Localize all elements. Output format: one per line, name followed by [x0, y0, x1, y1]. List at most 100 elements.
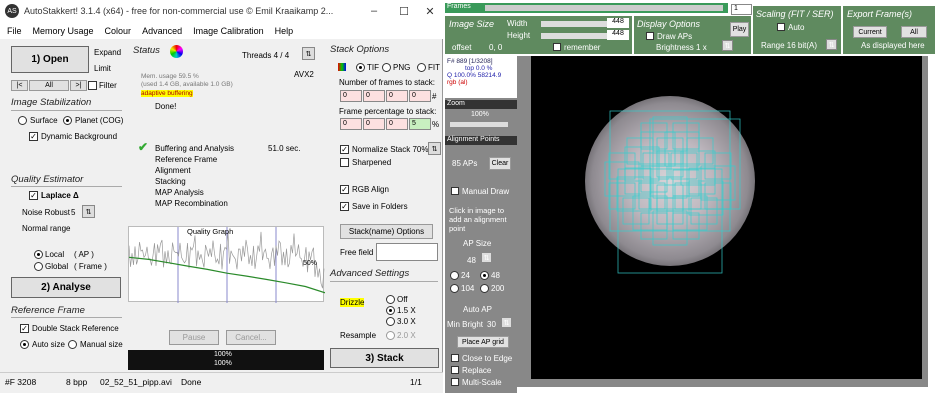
- width-slider[interactable]: [541, 21, 607, 27]
- draw-aps-checkbox[interactable]: ✓: [646, 32, 654, 41]
- surface-radio[interactable]: [18, 116, 27, 125]
- auto-scaling-checkbox[interactable]: ✓: [777, 23, 785, 32]
- drizzle-off-radio[interactable]: [386, 295, 395, 304]
- menu-image-calibration[interactable]: Image Calibration: [193, 26, 264, 36]
- frames-slider[interactable]: [485, 5, 723, 11]
- alignment-point-box: [609, 110, 731, 232]
- normalize-stepper[interactable]: ⇅: [428, 142, 441, 155]
- ap-size-104-label: 104: [461, 284, 475, 293]
- play-button[interactable]: Play: [730, 22, 749, 37]
- manual-size-radio[interactable]: [68, 340, 77, 349]
- ap-size-48-radio[interactable]: [480, 271, 489, 280]
- auto-size-radio[interactable]: [20, 340, 29, 349]
- memory-detail-text: (used 1.4 GB, available 1.0 GB): [141, 81, 233, 88]
- frame-percentage-input-3[interactable]: 0: [386, 118, 408, 130]
- range-stepper[interactable]: ⇅: [826, 39, 837, 50]
- sharpened-checkbox[interactable]: [340, 158, 349, 167]
- export-all-button[interactable]: All: [901, 26, 927, 38]
- planet-canvas[interactable]: [531, 56, 922, 379]
- menu-memory-usage[interactable]: Memory Usage: [33, 26, 94, 36]
- ap-hint-text: Click in image to add an alignment point: [449, 206, 507, 233]
- frame-percentage-input-2[interactable]: 0: [363, 118, 385, 130]
- normalize-stack-checkbox[interactable]: ✓: [340, 145, 349, 154]
- min-bright-stepper[interactable]: ⇅: [501, 317, 512, 328]
- ap-size-stepper[interactable]: ⇅: [481, 252, 492, 263]
- export-current-button[interactable]: Current: [853, 26, 887, 38]
- fit-radio[interactable]: [417, 63, 426, 72]
- menu-file[interactable]: File: [7, 26, 22, 36]
- ap-size-104-radio[interactable]: [450, 284, 459, 293]
- dynamic-background-checkbox[interactable]: ✓: [29, 132, 38, 141]
- local-ap-radio[interactable]: [34, 250, 43, 259]
- clear-aps-button[interactable]: Clear: [489, 157, 511, 170]
- double-stack-reference-checkbox[interactable]: ✓: [20, 324, 29, 333]
- rgb-align-checkbox[interactable]: ✓: [340, 185, 349, 194]
- first-frame-button[interactable]: |<: [11, 80, 28, 91]
- multi-scale-checkbox[interactable]: ✓: [451, 378, 459, 387]
- manual-draw-checkbox[interactable]: [451, 187, 459, 195]
- frame-percentage-input-4[interactable]: 5: [409, 118, 431, 130]
- cancel-button[interactable]: Cancel...: [226, 330, 276, 345]
- frame-percentage-input-1[interactable]: 0: [340, 118, 362, 130]
- step-map-analysis: MAP Analysis: [155, 188, 204, 197]
- limit-label[interactable]: Limit: [94, 64, 111, 73]
- save-in-folders-checkbox[interactable]: ✓: [340, 202, 349, 211]
- remember-label: remember: [564, 43, 601, 52]
- surface-label: Surface: [30, 116, 58, 125]
- png-radio[interactable]: [382, 63, 391, 72]
- threads-stepper[interactable]: ⇅: [302, 47, 315, 60]
- remember-checkbox[interactable]: [553, 43, 561, 51]
- analyse-button[interactable]: 2) Analyse: [11, 277, 121, 298]
- maximize-button[interactable]: ☐: [390, 0, 418, 22]
- replace-label: Replace: [462, 366, 492, 375]
- open-button[interactable]: 1) Open: [11, 46, 89, 73]
- alignment-point-box: [640, 122, 668, 150]
- place-ap-grid-button[interactable]: Place AP grid: [457, 336, 509, 348]
- global-frame-radio[interactable]: [34, 262, 43, 271]
- draw-aps-label: Draw APs: [657, 32, 693, 41]
- frames-to-stack-input-2[interactable]: 0: [363, 90, 385, 102]
- scaling-panel: Scaling (FIT / SER) ✓ Auto Range 16 bit(…: [753, 6, 841, 54]
- menu-help[interactable]: Help: [275, 26, 294, 36]
- frames-to-stack-input-1[interactable]: 0: [340, 90, 362, 102]
- tif-radio[interactable]: [356, 63, 365, 72]
- all-frames-button[interactable]: All: [29, 80, 69, 91]
- ap-size-200-radio[interactable]: [480, 284, 489, 293]
- menu-advanced[interactable]: Advanced: [142, 26, 182, 36]
- frame-viewer: Frames 1 Image Size Width 448 Height 448…: [443, 0, 936, 393]
- height-slider[interactable]: [541, 33, 607, 39]
- height-label: Height: [507, 31, 531, 40]
- close-to-edge-checkbox[interactable]: [451, 354, 459, 362]
- height-value[interactable]: 448: [607, 30, 629, 40]
- stack-button[interactable]: 3) Stack: [330, 348, 439, 368]
- last-frame-button[interactable]: >|: [70, 80, 87, 91]
- ap-size-48-label: 48: [491, 271, 500, 280]
- laplace-checkbox[interactable]: ✓: [29, 191, 38, 200]
- manual-draw-label: Manual Draw: [462, 187, 510, 196]
- drizzle-1-5x-label: 1.5 X: [397, 306, 416, 315]
- replace-checkbox[interactable]: ✓: [451, 366, 459, 375]
- frame-count: #F 3208: [5, 377, 37, 387]
- resample-2-0x-radio[interactable]: [386, 331, 395, 340]
- zoom-slider[interactable]: [450, 122, 508, 127]
- frames-to-stack-input-3[interactable]: 0: [386, 90, 408, 102]
- menu-colour[interactable]: Colour: [105, 26, 132, 36]
- drizzle-3-0x-radio[interactable]: [386, 317, 395, 326]
- frames-to-stack-input-4[interactable]: 0: [409, 90, 431, 102]
- progress-percent-1: 100%: [214, 351, 232, 358]
- expand-label[interactable]: Expand: [94, 48, 121, 57]
- brightness-stepper[interactable]: ⇅: [722, 40, 733, 51]
- width-value[interactable]: 448: [607, 18, 629, 28]
- frame-number-input[interactable]: 1: [731, 4, 752, 15]
- noise-robust-stepper[interactable]: ⇅: [82, 205, 95, 218]
- planet-cog-radio[interactable]: [63, 116, 72, 125]
- minimize-button[interactable]: –: [360, 0, 388, 22]
- filter-checkbox[interactable]: [88, 81, 97, 90]
- free-field-input[interactable]: [376, 243, 438, 261]
- ap-size-24-radio[interactable]: [450, 271, 459, 280]
- close-button[interactable]: ✕: [416, 0, 444, 22]
- status-heading: Status: [133, 45, 160, 56]
- pause-button[interactable]: Pause: [169, 330, 219, 345]
- stack-name-options-button[interactable]: Stack(name) Options: [340, 224, 433, 239]
- drizzle-1-5x-radio[interactable]: [386, 306, 395, 315]
